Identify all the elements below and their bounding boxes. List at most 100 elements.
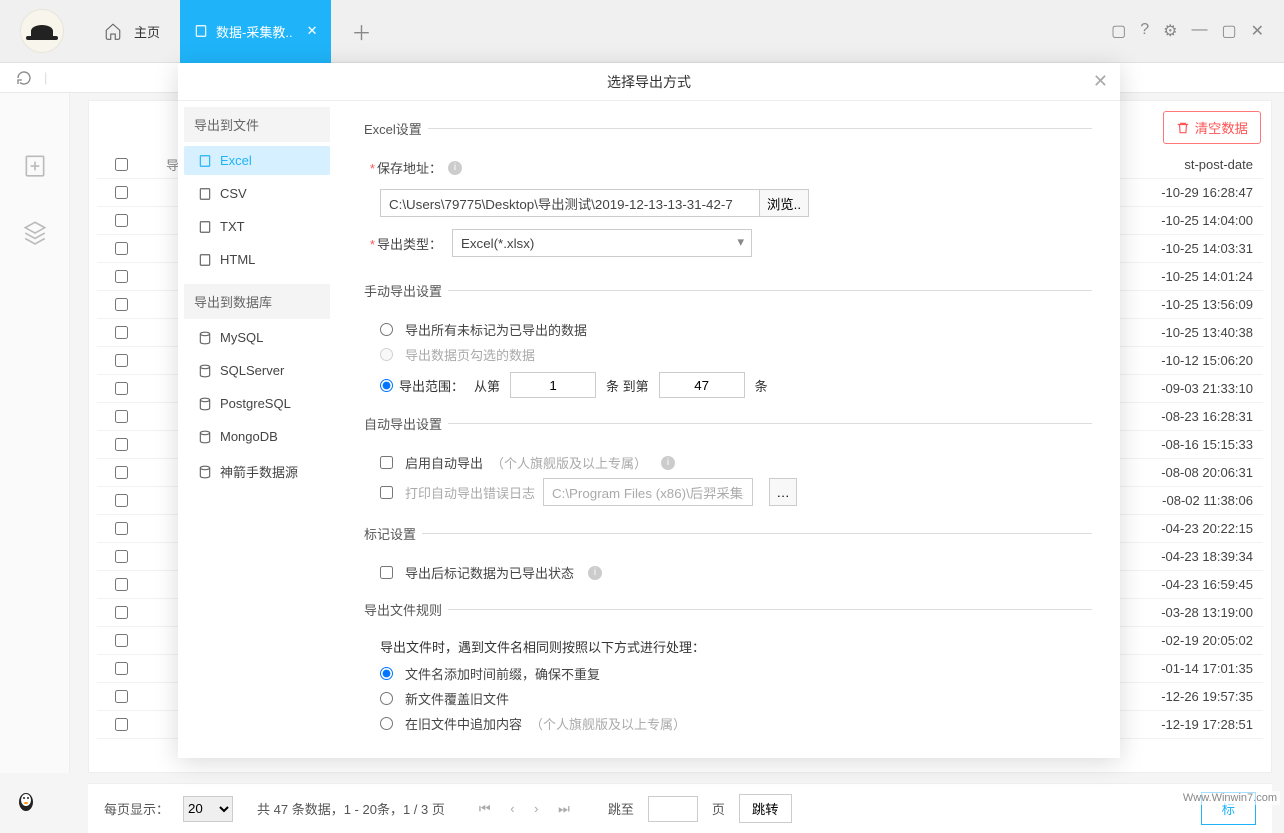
- row-checkbox[interactable]: [115, 718, 128, 731]
- tab-active[interactable]: 数据-采集教.. ✕: [180, 0, 331, 63]
- watermark: Www.Winwin7.com: [1180, 791, 1280, 805]
- row-checkbox[interactable]: [115, 186, 128, 199]
- help-icon[interactable]: ?: [1140, 21, 1149, 41]
- nav-item-postgresql[interactable]: PostgreSQL: [184, 389, 330, 418]
- file-icon: [198, 220, 212, 234]
- database-icon: [198, 331, 212, 345]
- info-icon[interactable]: i: [588, 566, 602, 580]
- row-checkbox[interactable]: [115, 410, 128, 423]
- cell-date: -10-12 15:06:20: [1161, 353, 1253, 368]
- row-checkbox[interactable]: [115, 606, 128, 619]
- cell-date: -08-02 11:38:06: [1162, 493, 1253, 508]
- modal-title: 选择导出方式: [607, 72, 691, 92]
- row-checkbox[interactable]: [115, 354, 128, 367]
- cell-date: -04-23 16:59:45: [1161, 577, 1253, 592]
- jump-page-input[interactable]: [648, 796, 698, 822]
- layers-icon[interactable]: [22, 219, 48, 245]
- gift-icon[interactable]: ▢: [1111, 21, 1126, 41]
- last-page-icon[interactable]: ⏭: [550, 797, 578, 820]
- row-checkbox[interactable]: [115, 326, 128, 339]
- prev-page-icon[interactable]: ‹: [502, 797, 522, 820]
- radio-filerule-prefix[interactable]: 文件名添加时间前缀，确保不重复: [380, 664, 1092, 683]
- page-unit: 页: [712, 799, 725, 818]
- cell-date: -04-23 18:39:34: [1161, 549, 1253, 564]
- file-icon: [198, 154, 212, 168]
- tab-add-button[interactable]: ＋: [331, 17, 391, 46]
- cell-date: -10-25 14:01:24: [1161, 269, 1253, 284]
- settings-icon[interactable]: ⚙: [1163, 21, 1177, 41]
- legend-excel: Excel设置: [364, 119, 428, 138]
- row-checkbox[interactable]: [115, 690, 128, 703]
- row-checkbox[interactable]: [115, 634, 128, 647]
- log-path-browse[interactable]: …: [769, 478, 797, 506]
- row-checkbox[interactable]: [115, 550, 128, 563]
- nav-item-excel[interactable]: Excel: [184, 146, 330, 175]
- tab-close-icon[interactable]: ✕: [307, 23, 318, 39]
- new-doc-icon[interactable]: [22, 153, 48, 179]
- minimize-icon[interactable]: —: [1191, 21, 1207, 41]
- per-page-select[interactable]: 20: [183, 796, 233, 822]
- maximize-icon[interactable]: ▢: [1221, 21, 1236, 41]
- nav-group-db: 导出到数据库: [184, 284, 330, 319]
- close-icon[interactable]: ✕: [1251, 21, 1264, 41]
- radio-filerule-append[interactable]: 在旧文件中追加内容 （个人旗舰版及以上专属）: [380, 714, 1092, 733]
- save-path-input[interactable]: [380, 189, 760, 217]
- row-checkbox[interactable]: [115, 494, 128, 507]
- row-checkbox[interactable]: [115, 242, 128, 255]
- radio-checked-page: 导出数据页勾选的数据: [380, 345, 1092, 364]
- database-icon: [198, 397, 212, 411]
- cell-date: -10-25 14:04:00: [1161, 213, 1253, 228]
- modal-close-icon[interactable]: ✕: [1093, 71, 1108, 92]
- cell-date: -03-28 13:19:00: [1161, 605, 1253, 620]
- clear-data-button[interactable]: 清空数据: [1163, 111, 1261, 144]
- nav-item-csv[interactable]: CSV: [184, 179, 330, 208]
- export-type-label: 导出类型：: [377, 237, 442, 252]
- range-from-input[interactable]: [510, 372, 596, 398]
- export-type-select[interactable]: [452, 229, 752, 257]
- row-checkbox[interactable]: [115, 298, 128, 311]
- log-path-input: [543, 478, 753, 506]
- database-icon: [198, 430, 212, 444]
- jump-button[interactable]: 跳转: [739, 794, 792, 823]
- col-header-date: st-post-date: [1184, 157, 1253, 172]
- browse-button[interactable]: 浏览..: [759, 189, 809, 217]
- row-checkbox[interactable]: [115, 438, 128, 451]
- row-checkbox[interactable]: [115, 662, 128, 675]
- cell-date: -08-08 20:06:31: [1161, 465, 1253, 480]
- refresh-icon[interactable]: [16, 70, 32, 86]
- per-page-label: 每页显示：: [104, 799, 169, 818]
- first-page-icon[interactable]: ⏮: [471, 797, 499, 820]
- fieldset-excel: Excel设置 *保存地址： i 浏览.. *导出类型：: [364, 119, 1092, 273]
- info-icon[interactable]: i: [661, 456, 675, 470]
- window-controls: ▢ ? ⚙ — ▢ ✕: [1091, 21, 1284, 41]
- row-checkbox[interactable]: [115, 214, 128, 227]
- select-all-checkbox[interactable]: [115, 158, 128, 171]
- legend-manual: 手动导出设置: [364, 281, 448, 300]
- row-checkbox[interactable]: [115, 270, 128, 283]
- radio-filerule-overwrite[interactable]: 新文件覆盖旧文件: [380, 689, 1092, 708]
- nav-item-mysql[interactable]: MySQL: [184, 323, 330, 352]
- check-enable-auto[interactable]: 启用自动导出 （个人旗舰版及以上专属） i: [380, 453, 1092, 472]
- row-checkbox[interactable]: [115, 466, 128, 479]
- row-checkbox[interactable]: [115, 382, 128, 395]
- from-label: 从第: [474, 376, 500, 395]
- next-page-icon[interactable]: ›: [526, 797, 546, 820]
- nav-item-html[interactable]: HTML: [184, 245, 330, 274]
- database-icon: [198, 465, 212, 479]
- qq-icon[interactable]: [14, 789, 38, 813]
- row-checkbox[interactable]: [115, 522, 128, 535]
- pagination-summary: 共 47 条数据，1 - 20条，1 / 3 页: [257, 799, 445, 818]
- cell-date: -12-19 17:28:51: [1161, 717, 1253, 732]
- nav-item-mongodb[interactable]: MongoDB: [184, 422, 330, 451]
- check-mark-after[interactable]: 导出后标记数据为已导出状态 i: [380, 563, 1092, 582]
- row-checkbox[interactable]: [115, 578, 128, 591]
- nav-item-txt[interactable]: TXT: [184, 212, 330, 241]
- radio-range[interactable]: 导出范围：: [380, 376, 464, 395]
- info-icon[interactable]: i: [448, 161, 462, 175]
- nav-item-sqlserver[interactable]: SQLServer: [184, 356, 330, 385]
- tab-home[interactable]: 主页: [84, 0, 180, 63]
- check-print-log[interactable]: 打印自动导出错误日志 …: [380, 478, 1092, 506]
- radio-unmarked[interactable]: 导出所有未标记为已导出的数据: [380, 320, 1092, 339]
- nav-item-shenjian[interactable]: 神箭手数据源: [184, 455, 330, 488]
- range-to-input[interactable]: [659, 372, 745, 398]
